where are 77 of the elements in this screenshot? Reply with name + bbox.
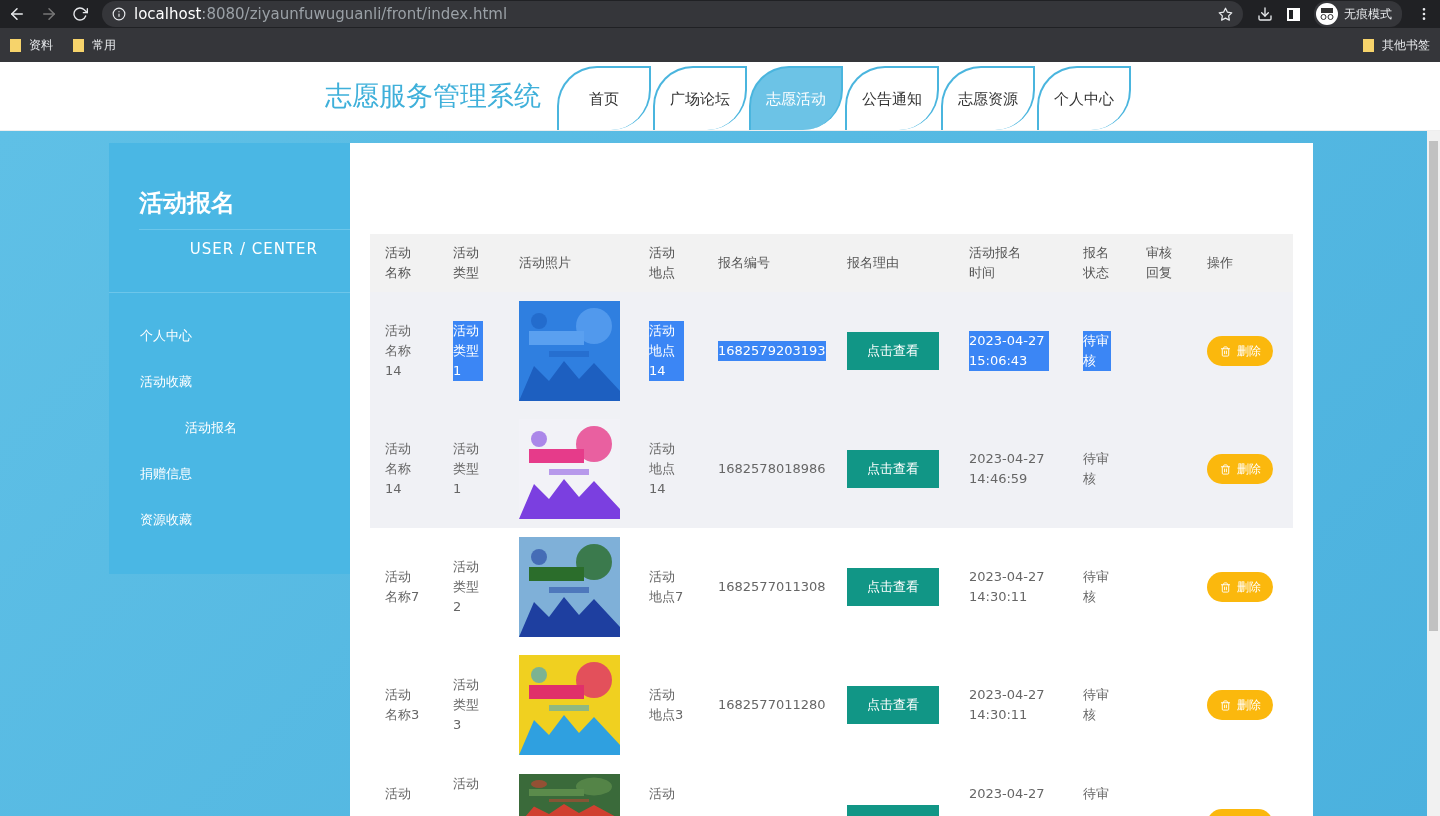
table-cell-text: 待审核 [1083, 686, 1110, 724]
table-cell-text: 2023-04-27 14:46:59 [969, 450, 1046, 488]
table-cell-text: 活动 [385, 785, 411, 803]
column-header: 报名理由 [847, 254, 899, 272]
table-cell: 活动地点14 [649, 321, 684, 381]
column-header: 操作 [1207, 254, 1233, 272]
column-header: 活动名称 [385, 244, 412, 282]
table-cell: 活动类型1 [453, 321, 483, 381]
trash-icon [1219, 699, 1231, 711]
star-icon[interactable] [1218, 6, 1233, 22]
sidebar-panel-icon[interactable] [1287, 7, 1300, 21]
nav-tab[interactable]: 志愿资源 [941, 66, 1035, 130]
sidebar-item[interactable]: 活动收藏 [109, 365, 350, 411]
table-cell-text: 活动地点3 [649, 686, 684, 724]
table-cell-text: 待审核 [1083, 568, 1110, 606]
site-title: 志愿服务管理系统 [325, 79, 541, 113]
sidebar-item[interactable]: 资源收藏 [109, 503, 350, 549]
table-cell-text: 1682577011280 [718, 696, 826, 714]
reload-icon[interactable] [72, 6, 88, 22]
folder-icon [1363, 38, 1374, 52]
column-header: 活动地点 [649, 244, 676, 282]
bookmark-folder[interactable]: 常用 [73, 36, 116, 54]
table-cell-text: 2023-04-27 14:30:11 [969, 568, 1046, 606]
table-cell-text: 1682577011308 [718, 578, 826, 596]
column-header: 活动照片 [519, 254, 571, 272]
incognito-icon [1316, 3, 1338, 25]
trash-icon [1219, 581, 1231, 593]
table-cell: 待审核 [1083, 331, 1111, 371]
trash-icon [1219, 345, 1231, 357]
info-icon [112, 7, 126, 21]
column-header: 活动类型 [453, 244, 480, 282]
table-cell-text: 1682578018986 [718, 460, 826, 478]
bookmark-folder[interactable]: 资料 [10, 36, 53, 54]
view-button[interactable]: 点击查看 [847, 450, 939, 488]
column-header: 审核回复 [1146, 244, 1173, 282]
back-icon[interactable] [8, 5, 26, 23]
view-button[interactable]: 点击查看 [847, 686, 939, 724]
table-cell-text: 活动类型1 [453, 440, 480, 498]
view-button[interactable]: 点击查看 [847, 332, 939, 370]
sidebar-item[interactable]: 个人中心 [109, 319, 350, 365]
trash-icon [1219, 463, 1231, 475]
nav-tab[interactable]: 个人中心 [1037, 66, 1131, 130]
download-icon[interactable] [1257, 6, 1273, 22]
nav-tab[interactable]: 志愿活动 [749, 66, 843, 130]
scrollbar[interactable] [1427, 131, 1440, 816]
table-cell: 1682579203193 [718, 341, 826, 361]
table-cell-text: 活动 [649, 785, 675, 803]
sidebar-item[interactable]: 捐赠信息 [109, 457, 350, 503]
table-cell-text: 活动类型3 [453, 676, 480, 734]
folder-icon [10, 38, 21, 52]
table-cell-text: 活动 [453, 775, 479, 793]
nav-tab[interactable]: 公告通知 [845, 66, 939, 130]
table-cell-text: 活动名称14 [385, 322, 412, 380]
column-header: 报名状态 [1083, 244, 1110, 282]
nav-tab[interactable]: 首页 [557, 66, 651, 130]
column-header: 报名编号 [718, 254, 770, 272]
table-cell-text: 活动地点14 [649, 440, 676, 498]
table-cell-text: 活动名称3 [385, 686, 420, 724]
table-cell-text: 活动名称14 [385, 440, 412, 498]
table-cell-text: 活动类型2 [453, 558, 480, 616]
view-button[interactable]: 点击查看 [847, 568, 939, 606]
nav-tab[interactable]: 广场论坛 [653, 66, 747, 130]
table-cell: 2023-04-27 15:06:43 [969, 331, 1049, 371]
table-cell-text: 活动名称7 [385, 568, 420, 606]
sidebar-item[interactable]: 活动报名 [109, 411, 350, 457]
table-cell-text: 待审核 [1083, 450, 1110, 488]
forward-icon[interactable] [40, 5, 58, 23]
table-cell-text: 2023-04-27 [969, 785, 1045, 803]
bookmark-folder[interactable]: 其他书签 [1363, 36, 1430, 54]
folder-icon [73, 38, 84, 52]
url-text: localhost:8080/ziyaunfuwuguanli/front/index.html [134, 5, 508, 23]
table-cell-text: 待审 [1083, 785, 1109, 803]
column-header: 活动报名时间 [969, 244, 1022, 282]
profile-button[interactable]: 无痕模式 [1314, 1, 1402, 27]
table-cell-text: 活动地点7 [649, 568, 684, 606]
address-bar[interactable]: localhost:8080/ziyaunfuwuguanli/front/index.html [102, 1, 1243, 27]
table-cell-text: 2023-04-27 14:30:11 [969, 686, 1046, 724]
